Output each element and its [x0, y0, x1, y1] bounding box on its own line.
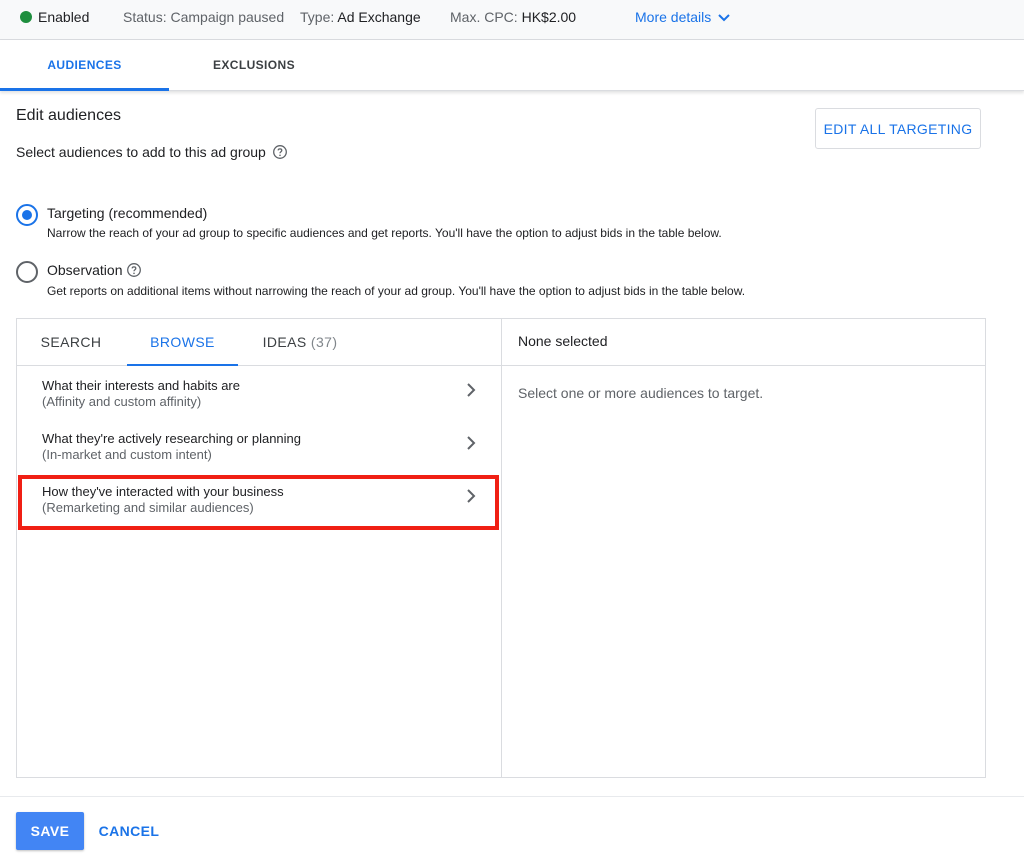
save-button[interactable]: SAVE — [16, 812, 84, 850]
selected-audiences-hint: Select one or more audiences to target. — [518, 385, 764, 401]
more-details-link[interactable]: More details — [635, 9, 731, 25]
targeting-label: Targeting (recommended) — [47, 205, 208, 221]
browse-item-title: What their interests and habits are — [42, 378, 240, 393]
enabled-status: Enabled — [20, 9, 89, 25]
max-cpc-label: Max. CPC: — [450, 9, 518, 25]
tab-ideas[interactable]: IDEAS (37) — [252, 319, 348, 365]
chevron-right-icon — [467, 383, 476, 397]
ad-group-status-bar: Enabled Status: Campaign paused Type: Ad… — [0, 0, 1024, 40]
browse-item-subtitle: (In-market and custom intent) — [42, 447, 212, 462]
audience-picker-panel: SEARCH BROWSE IDEAS (37) What their inte… — [16, 318, 986, 778]
more-details-label: More details — [635, 9, 712, 25]
help-icon[interactable] — [126, 262, 142, 278]
targeting-radio[interactable] — [16, 204, 38, 226]
campaign-status-value: Campaign paused — [170, 9, 285, 25]
audience-tabs: AUDIENCES EXCLUSIONS — [0, 40, 1024, 91]
type-info: Type: Ad Exchange — [300, 9, 421, 25]
footer-divider — [0, 796, 1024, 797]
help-icon[interactable] — [272, 144, 288, 160]
observation-description: Get reports on additional items without … — [47, 284, 746, 298]
browse-item-affinity[interactable]: What their interests and habits are (Aff… — [17, 369, 501, 422]
tab-search[interactable]: SEARCH — [28, 319, 114, 365]
tab-ideas-label: IDEAS — [262, 334, 307, 350]
tab-audiences[interactable]: AUDIENCES — [0, 40, 169, 91]
browse-item-in-market[interactable]: What they're actively researching or pla… — [17, 422, 501, 475]
status-dot-icon — [20, 11, 32, 23]
selected-audiences-header: None selected — [518, 333, 608, 349]
observation-label: Observation — [47, 262, 142, 278]
browse-item-title: What they're actively researching or pla… — [42, 431, 302, 446]
enabled-status-label: Enabled — [38, 9, 90, 25]
edit-audiences-subtitle-text: Select audiences to add to this ad group — [16, 144, 266, 160]
browse-item-subtitle: (Affinity and custom affinity) — [42, 394, 202, 409]
tab-exclusions[interactable]: EXCLUSIONS — [169, 40, 339, 90]
max-cpc-value: HK$2.00 — [521, 9, 577, 25]
max-cpc-info: Max. CPC: HK$2.00 — [450, 9, 576, 25]
edit-all-targeting-button[interactable]: EDIT ALL TARGETING — [815, 108, 981, 149]
chevron-down-icon — [718, 14, 730, 22]
observation-label-text: Observation — [47, 262, 123, 278]
observation-radio[interactable] — [16, 261, 38, 283]
tab-browse[interactable]: BROWSE — [127, 319, 238, 366]
cancel-button[interactable]: CANCEL — [96, 812, 162, 850]
type-value: Ad Exchange — [337, 9, 421, 25]
campaign-status: Status: Campaign paused — [123, 9, 284, 25]
panel-vertical-divider — [501, 319, 502, 777]
type-label: Type: — [300, 9, 335, 25]
chevron-right-icon — [467, 436, 476, 450]
remarketing-highlight-box — [18, 475, 499, 530]
ideas-count: (37) — [310, 334, 338, 350]
edit-audiences-subtitle: Select audiences to add to this ad group — [16, 144, 288, 160]
edit-audiences-title: Edit audiences — [16, 107, 121, 124]
campaign-status-label: Status: — [123, 9, 167, 25]
targeting-description: Narrow the reach of your ad group to spe… — [47, 226, 722, 240]
